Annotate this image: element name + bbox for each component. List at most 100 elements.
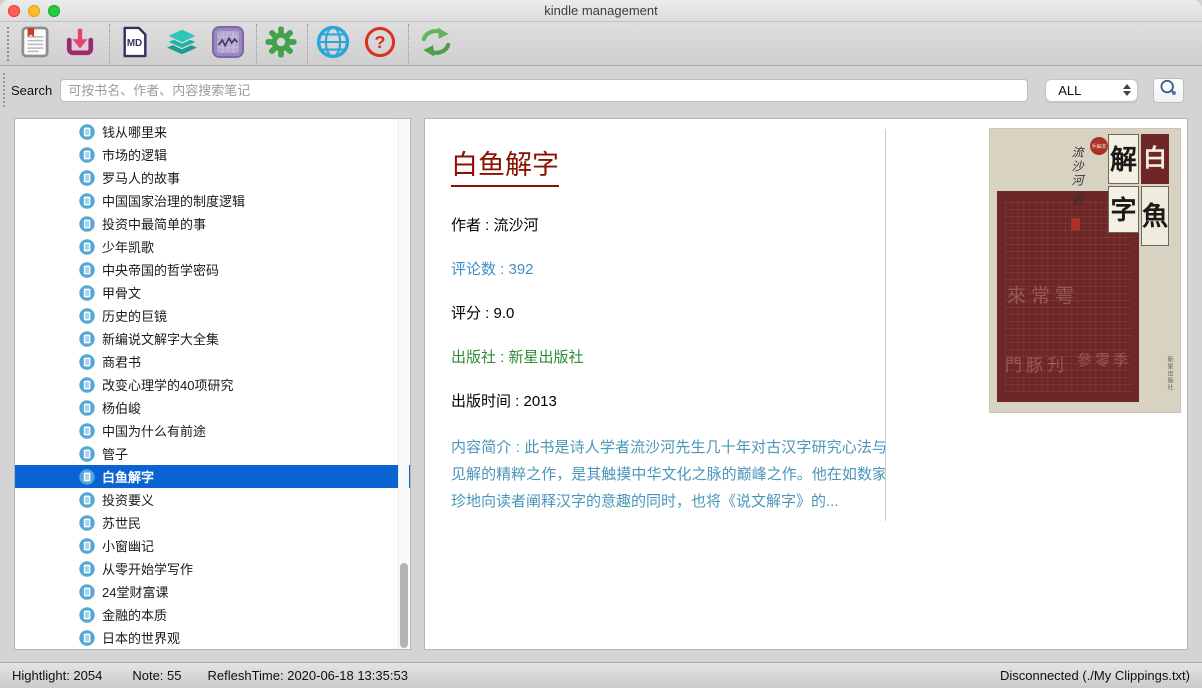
list-item[interactable]: 少年凯歌	[15, 235, 411, 258]
list-item[interactable]: 金融的本质	[15, 603, 411, 626]
cover-faint-text: 來常雩	[1007, 281, 1079, 308]
list-item-label: 管子	[102, 444, 128, 463]
refresh-button[interactable]	[419, 27, 453, 60]
settings-button[interactable]	[265, 26, 297, 61]
list-item[interactable]: 改变心理学的40项研究	[15, 373, 411, 396]
note-doc-icon	[79, 216, 95, 232]
cover-char-zi: 字	[1108, 186, 1139, 233]
status-note-count: Note: 55	[132, 668, 181, 683]
note-doc-icon	[79, 308, 95, 324]
list-item-label: 商君书	[102, 352, 141, 371]
search-input[interactable]	[60, 79, 1028, 102]
list-item[interactable]: 中国国家治理的制度逻辑	[15, 189, 411, 212]
scrollbar-thumb[interactable]	[400, 563, 408, 648]
toolbar-separator	[256, 24, 257, 64]
filter-dropdown[interactable]: ALL	[1045, 79, 1138, 102]
toolbar-drag-handle[interactable]	[7, 27, 9, 61]
book-title-link[interactable]: 白鱼解字	[451, 143, 559, 187]
book-list: 钱从哪里来 市场的逻辑 罗马人的故事 中国国家治理的	[15, 120, 398, 649]
list-item[interactable]: 苏世民	[15, 511, 411, 534]
list-item[interactable]: 钱从哪里来	[15, 120, 411, 143]
cover-publisher-text: 新星出版社	[1165, 356, 1174, 391]
search-label: Search	[11, 83, 52, 98]
cover-seal	[1071, 218, 1080, 230]
scrollbar-track[interactable]	[398, 119, 409, 649]
notes-button[interactable]	[21, 26, 49, 61]
note-doc-icon	[79, 492, 95, 508]
book-pub-year: 出版时间 : 2013	[451, 390, 887, 411]
list-item[interactable]: 日本的世界观	[15, 626, 411, 649]
markdown-export-button[interactable]: MD	[120, 26, 150, 61]
list-item-label: 钱从哪里来	[102, 122, 167, 141]
list-item[interactable]: 中央帝国的哲学密码	[15, 258, 411, 281]
note-doc-icon	[79, 423, 95, 439]
note-doc-icon	[79, 584, 95, 600]
list-item[interactable]: 24堂财富课	[15, 580, 411, 603]
list-item[interactable]: 投资中最简单的事	[15, 212, 411, 235]
list-item-label: 从零开始学写作	[102, 559, 193, 578]
list-item[interactable]: 白鱼解字	[15, 465, 411, 488]
list-item-label: 中央帝国的哲学密码	[102, 260, 219, 279]
list-item-label: 金融的本质	[102, 605, 167, 624]
list-item[interactable]: 杨伯峻	[15, 396, 411, 419]
book-detail: 白鱼解字 作者 : 流沙河 评论数 : 392 评分 : 9.0 出版社 : 新…	[451, 143, 887, 515]
gear-icon	[265, 26, 297, 61]
note-doc-icon	[79, 262, 95, 278]
note-doc-icon	[79, 377, 95, 393]
search-button[interactable]	[1153, 78, 1184, 103]
list-item-label: 甲骨文	[102, 283, 141, 302]
layers-button[interactable]	[166, 27, 198, 60]
toolbar-separator	[408, 24, 409, 64]
list-item-label: 24堂财富课	[102, 582, 168, 601]
list-item[interactable]: 小窗幽记	[15, 534, 411, 557]
note-doc-icon	[79, 285, 95, 301]
help-button[interactable]: ?	[364, 26, 396, 61]
list-item-label: 杨伯峻	[102, 398, 141, 417]
list-item-label: 中国国家治理的制度逻辑	[102, 191, 245, 210]
note-doc-icon	[79, 630, 95, 646]
list-item[interactable]: 中国为什么有前途	[15, 419, 411, 442]
note-doc-icon	[79, 354, 95, 370]
note-doc-icon	[79, 147, 95, 163]
list-item[interactable]: 甲骨文	[15, 281, 411, 304]
md-label: MD	[127, 38, 142, 49]
vertical-divider	[885, 129, 886, 521]
statistics-button[interactable]	[212, 26, 244, 61]
app-window: kindle management	[0, 0, 1202, 688]
book-author: 作者 : 流沙河	[451, 214, 887, 235]
title-bar: kindle management	[0, 0, 1202, 22]
help-icon: ?	[364, 26, 396, 61]
list-item[interactable]: 市场的逻辑	[15, 143, 411, 166]
note-doc-icon	[79, 515, 95, 531]
list-item[interactable]: 商君书	[15, 350, 411, 373]
layers-icon	[166, 27, 198, 60]
status-connection: Disconnected (./My Clippings.txt)	[1000, 668, 1190, 683]
list-item-label: 白鱼解字	[102, 467, 154, 486]
list-item-label: 苏世民	[102, 513, 141, 532]
web-button[interactable]	[316, 25, 350, 62]
import-button[interactable]	[65, 27, 95, 60]
content-area: 钱从哪里来 市场的逻辑 罗马人的故事 中国国家治理的	[0, 114, 1202, 662]
list-item-label: 日本的世界观	[102, 628, 180, 647]
list-item[interactable]: 历史的巨镜	[15, 304, 411, 327]
note-doc-icon	[79, 331, 95, 347]
statistics-icon	[212, 26, 244, 61]
globe-icon	[316, 25, 350, 62]
list-item-label: 投资要义	[102, 490, 154, 509]
list-item-label: 小窗幽记	[102, 536, 154, 555]
toolbar-separator	[307, 24, 308, 64]
list-item[interactable]: 投资要义	[15, 488, 411, 511]
toolbar: MD	[0, 22, 1202, 66]
cover-signature: 流沙河 著	[1069, 146, 1086, 207]
book-comment-count: 评论数 : 392	[451, 258, 887, 279]
list-item-label: 新编说文解字大全集	[102, 329, 219, 348]
note-doc-icon	[79, 607, 95, 623]
toolbar-separator	[109, 24, 110, 64]
list-item[interactable]: 从零开始学写作	[15, 557, 411, 580]
notes-icon	[21, 26, 49, 61]
list-item[interactable]: 新编说文解字大全集	[15, 327, 411, 350]
list-item-label: 罗马人的故事	[102, 168, 180, 187]
list-item[interactable]: 管子	[15, 442, 411, 465]
list-item[interactable]: 罗马人的故事	[15, 166, 411, 189]
markdown-file-icon: MD	[120, 26, 150, 61]
